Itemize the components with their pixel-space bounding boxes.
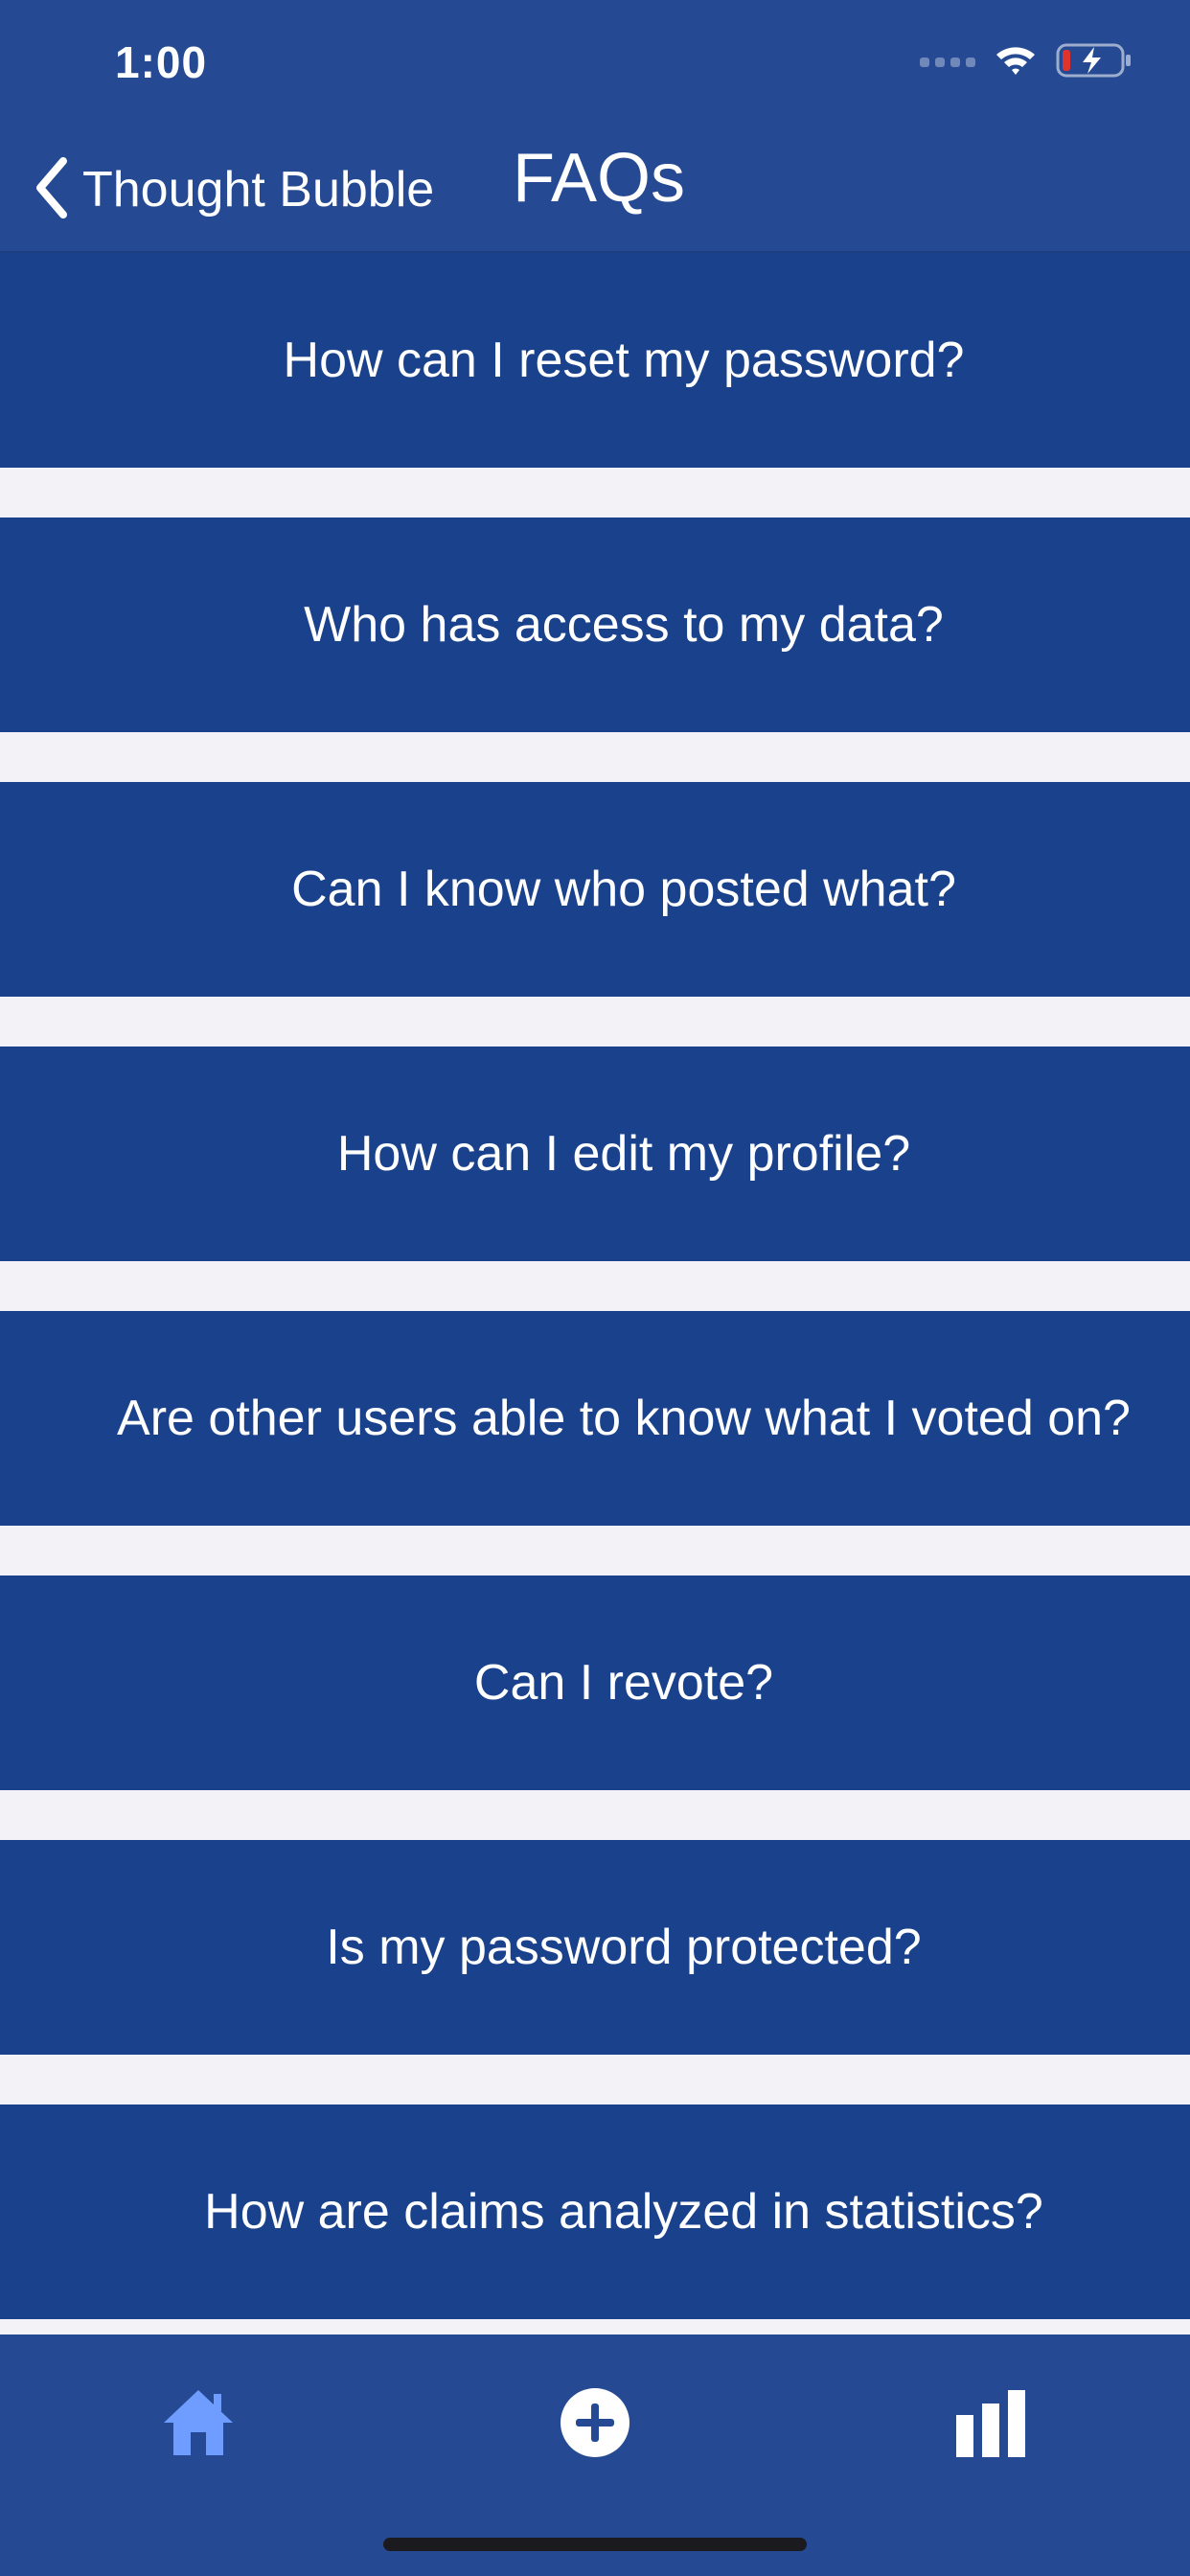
faq-item-password-protected[interactable]: Is my password protected? xyxy=(0,1840,1190,2055)
faq-item-who-posted[interactable]: Can I know who posted what? xyxy=(0,782,1190,997)
faq-item-data-access[interactable]: Who has access to my data? xyxy=(0,518,1190,732)
back-button[interactable]: Thought Bubble xyxy=(33,151,434,228)
faq-item-edit-profile[interactable]: How can I edit my profile? xyxy=(0,1046,1190,1261)
chevron-left-icon xyxy=(33,156,71,223)
wifi-icon xyxy=(993,43,1039,82)
status-icons xyxy=(920,38,1133,86)
cellular-signal-icon xyxy=(920,58,975,67)
battery-charging-icon xyxy=(1056,41,1133,84)
faq-question: Are other users able to know what I vote… xyxy=(117,1391,1131,1446)
home-icon xyxy=(160,2384,237,2466)
faq-item-revote[interactable]: Can I revote? xyxy=(0,1576,1190,1790)
faq-question: Is my password protected? xyxy=(326,1920,922,1975)
navigation-bar: 1:00 Thought Bubble FAQs xyxy=(0,0,1190,253)
page-title: FAQs xyxy=(513,140,686,217)
faq-question: How are claims analyzed in statistics? xyxy=(204,2184,1043,2240)
home-indicator xyxy=(383,2538,807,2551)
add-circle-icon xyxy=(559,2386,631,2464)
faq-question: Who has access to my data? xyxy=(304,597,944,653)
faq-question: Can I revote? xyxy=(473,1655,774,1711)
back-button-label: Thought Bubble xyxy=(82,162,435,218)
faq-question: How can I reset my password? xyxy=(283,333,965,388)
tab-statistics[interactable] xyxy=(943,2377,1039,2472)
faq-item-vote-privacy[interactable]: Are other users able to know what I vote… xyxy=(0,1311,1190,1526)
bar-chart-icon xyxy=(954,2386,1027,2464)
status-time: 1:00 xyxy=(115,37,208,87)
tab-home[interactable] xyxy=(150,2377,246,2472)
faq-question: How can I edit my profile? xyxy=(336,1126,911,1182)
faq-item-reset-password[interactable]: How can I reset my password? xyxy=(0,253,1190,468)
faq-question: Can I know who posted what? xyxy=(291,862,956,917)
faq-item-claims-statistics[interactable]: How are claims analyzed in statistics? xyxy=(0,2104,1190,2319)
tab-add[interactable] xyxy=(547,2377,643,2472)
faq-list: How can I reset my password? Who has acc… xyxy=(0,253,1190,2369)
